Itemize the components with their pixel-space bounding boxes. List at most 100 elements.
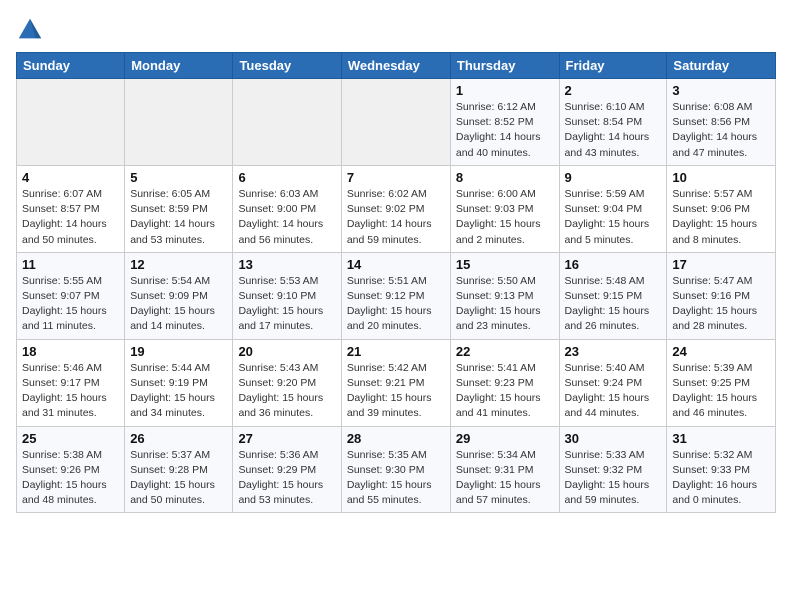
- day-info: Sunrise: 5:55 AM Sunset: 9:07 PM Dayligh…: [22, 274, 119, 335]
- week-row-4: 18 Sunrise: 5:46 AM Sunset: 9:17 PM Dayli…: [17, 339, 776, 426]
- calendar-cell: 26 Sunrise: 5:37 AM Sunset: 9:28 PM Dayli…: [125, 426, 233, 513]
- day-number: 3: [672, 83, 770, 98]
- day-info: Sunrise: 5:42 AM Sunset: 9:21 PM Dayligh…: [347, 361, 445, 422]
- day-info: Sunrise: 6:00 AM Sunset: 9:03 PM Dayligh…: [456, 187, 554, 248]
- col-header-monday: Monday: [125, 53, 233, 79]
- calendar-cell: 5 Sunrise: 6:05 AM Sunset: 8:59 PM Daylig…: [125, 165, 233, 252]
- col-header-friday: Friday: [559, 53, 667, 79]
- day-number: 11: [22, 257, 119, 272]
- calendar-cell: 9 Sunrise: 5:59 AM Sunset: 9:04 PM Daylig…: [559, 165, 667, 252]
- day-info: Sunrise: 6:08 AM Sunset: 8:56 PM Dayligh…: [672, 100, 770, 161]
- day-number: 2: [565, 83, 662, 98]
- day-number: 15: [456, 257, 554, 272]
- day-number: 27: [238, 431, 335, 446]
- calendar-cell: 7 Sunrise: 6:02 AM Sunset: 9:02 PM Daylig…: [341, 165, 450, 252]
- logo: [16, 16, 48, 44]
- calendar-cell: 31 Sunrise: 5:32 AM Sunset: 9:33 PM Dayli…: [667, 426, 776, 513]
- day-info: Sunrise: 5:46 AM Sunset: 9:17 PM Dayligh…: [22, 361, 119, 422]
- week-row-2: 4 Sunrise: 6:07 AM Sunset: 8:57 PM Daylig…: [17, 165, 776, 252]
- day-number: 10: [672, 170, 770, 185]
- day-number: 14: [347, 257, 445, 272]
- day-number: 29: [456, 431, 554, 446]
- day-number: 8: [456, 170, 554, 185]
- calendar-cell: 17 Sunrise: 5:47 AM Sunset: 9:16 PM Dayli…: [667, 252, 776, 339]
- day-info: Sunrise: 5:48 AM Sunset: 9:15 PM Dayligh…: [565, 274, 662, 335]
- day-number: 1: [456, 83, 554, 98]
- calendar-cell: 13 Sunrise: 5:53 AM Sunset: 9:10 PM Dayli…: [233, 252, 341, 339]
- day-number: 7: [347, 170, 445, 185]
- day-number: 4: [22, 170, 119, 185]
- calendar-cell: 8 Sunrise: 6:00 AM Sunset: 9:03 PM Daylig…: [450, 165, 559, 252]
- calendar-cell: 1 Sunrise: 6:12 AM Sunset: 8:52 PM Daylig…: [450, 79, 559, 166]
- day-number: 24: [672, 344, 770, 359]
- calendar-cell: 25 Sunrise: 5:38 AM Sunset: 9:26 PM Dayli…: [17, 426, 125, 513]
- day-info: Sunrise: 6:07 AM Sunset: 8:57 PM Dayligh…: [22, 187, 119, 248]
- day-number: 16: [565, 257, 662, 272]
- day-number: 23: [565, 344, 662, 359]
- calendar-cell: [125, 79, 233, 166]
- day-info: Sunrise: 5:59 AM Sunset: 9:04 PM Dayligh…: [565, 187, 662, 248]
- day-number: 31: [672, 431, 770, 446]
- calendar-cell: 11 Sunrise: 5:55 AM Sunset: 9:07 PM Dayli…: [17, 252, 125, 339]
- day-number: 18: [22, 344, 119, 359]
- calendar-cell: 18 Sunrise: 5:46 AM Sunset: 9:17 PM Dayli…: [17, 339, 125, 426]
- calendar-cell: 14Sunrise: 5:51 AM Sunset: 9:12 PM Dayli…: [341, 252, 450, 339]
- day-number: 28: [347, 431, 445, 446]
- calendar-cell: 29 Sunrise: 5:34 AM Sunset: 9:31 PM Dayli…: [450, 426, 559, 513]
- calendar-cell: 3 Sunrise: 6:08 AM Sunset: 8:56 PM Daylig…: [667, 79, 776, 166]
- calendar-cell: 16 Sunrise: 5:48 AM Sunset: 9:15 PM Dayli…: [559, 252, 667, 339]
- day-number: 20: [238, 344, 335, 359]
- calendar-table: SundayMondayTuesdayWednesdayThursdayFrid…: [16, 52, 776, 513]
- calendar-cell: 28Sunrise: 5:35 AM Sunset: 9:30 PM Dayli…: [341, 426, 450, 513]
- day-info: Sunrise: 5:47 AM Sunset: 9:16 PM Dayligh…: [672, 274, 770, 335]
- day-info: Sunrise: 5:38 AM Sunset: 9:26 PM Dayligh…: [22, 448, 119, 509]
- day-info: Sunrise: 5:41 AM Sunset: 9:23 PM Dayligh…: [456, 361, 554, 422]
- calendar-cell: 4 Sunrise: 6:07 AM Sunset: 8:57 PM Daylig…: [17, 165, 125, 252]
- calendar-cell: 15Sunrise: 5:50 AM Sunset: 9:13 PM Dayli…: [450, 252, 559, 339]
- calendar-cell: [233, 79, 341, 166]
- calendar-cell: 21Sunrise: 5:42 AM Sunset: 9:21 PM Dayli…: [341, 339, 450, 426]
- day-info: Sunrise: 5:39 AM Sunset: 9:25 PM Dayligh…: [672, 361, 770, 422]
- day-info: Sunrise: 6:05 AM Sunset: 8:59 PM Dayligh…: [130, 187, 227, 248]
- day-info: Sunrise: 6:10 AM Sunset: 8:54 PM Dayligh…: [565, 100, 662, 161]
- day-number: 12: [130, 257, 227, 272]
- day-info: Sunrise: 5:36 AM Sunset: 9:29 PM Dayligh…: [238, 448, 335, 509]
- week-row-3: 11 Sunrise: 5:55 AM Sunset: 9:07 PM Dayli…: [17, 252, 776, 339]
- day-info: Sunrise: 5:33 AM Sunset: 9:32 PM Dayligh…: [565, 448, 662, 509]
- calendar-cell: 24 Sunrise: 5:39 AM Sunset: 9:25 PM Dayli…: [667, 339, 776, 426]
- day-number: 13: [238, 257, 335, 272]
- col-header-sunday: Sunday: [17, 53, 125, 79]
- day-number: 6: [238, 170, 335, 185]
- calendar-cell: 19Sunrise: 5:44 AM Sunset: 9:19 PM Dayli…: [125, 339, 233, 426]
- calendar-cell: 6Sunrise: 6:03 AM Sunset: 9:00 PM Daylig…: [233, 165, 341, 252]
- day-info: Sunrise: 5:53 AM Sunset: 9:10 PM Dayligh…: [238, 274, 335, 335]
- day-number: 22: [456, 344, 554, 359]
- calendar-cell: 22 Sunrise: 5:41 AM Sunset: 9:23 PM Dayli…: [450, 339, 559, 426]
- calendar-header-row: SundayMondayTuesdayWednesdayThursdayFrid…: [17, 53, 776, 79]
- col-header-saturday: Saturday: [667, 53, 776, 79]
- day-info: Sunrise: 5:37 AM Sunset: 9:28 PM Dayligh…: [130, 448, 227, 509]
- day-number: 5: [130, 170, 227, 185]
- day-info: Sunrise: 5:54 AM Sunset: 9:09 PM Dayligh…: [130, 274, 227, 335]
- calendar-cell: 20Sunrise: 5:43 AM Sunset: 9:20 PM Dayli…: [233, 339, 341, 426]
- col-header-wednesday: Wednesday: [341, 53, 450, 79]
- day-info: Sunrise: 5:40 AM Sunset: 9:24 PM Dayligh…: [565, 361, 662, 422]
- calendar-cell: 10Sunrise: 5:57 AM Sunset: 9:06 PM Dayli…: [667, 165, 776, 252]
- day-number: 9: [565, 170, 662, 185]
- week-row-1: 1 Sunrise: 6:12 AM Sunset: 8:52 PM Daylig…: [17, 79, 776, 166]
- calendar-cell: [17, 79, 125, 166]
- day-number: 17: [672, 257, 770, 272]
- logo-icon: [16, 16, 44, 44]
- day-info: Sunrise: 6:12 AM Sunset: 8:52 PM Dayligh…: [456, 100, 554, 161]
- day-number: 26: [130, 431, 227, 446]
- calendar-cell: 23 Sunrise: 5:40 AM Sunset: 9:24 PM Dayli…: [559, 339, 667, 426]
- calendar-cell: 30 Sunrise: 5:33 AM Sunset: 9:32 PM Dayli…: [559, 426, 667, 513]
- day-number: 30: [565, 431, 662, 446]
- col-header-tuesday: Tuesday: [233, 53, 341, 79]
- week-row-5: 25 Sunrise: 5:38 AM Sunset: 9:26 PM Dayli…: [17, 426, 776, 513]
- day-info: Sunrise: 6:02 AM Sunset: 9:02 PM Dayligh…: [347, 187, 445, 248]
- calendar-cell: 2 Sunrise: 6:10 AM Sunset: 8:54 PM Daylig…: [559, 79, 667, 166]
- day-number: 25: [22, 431, 119, 446]
- day-info: Sunrise: 5:32 AM Sunset: 9:33 PM Dayligh…: [672, 448, 770, 509]
- day-info: Sunrise: 5:34 AM Sunset: 9:31 PM Dayligh…: [456, 448, 554, 509]
